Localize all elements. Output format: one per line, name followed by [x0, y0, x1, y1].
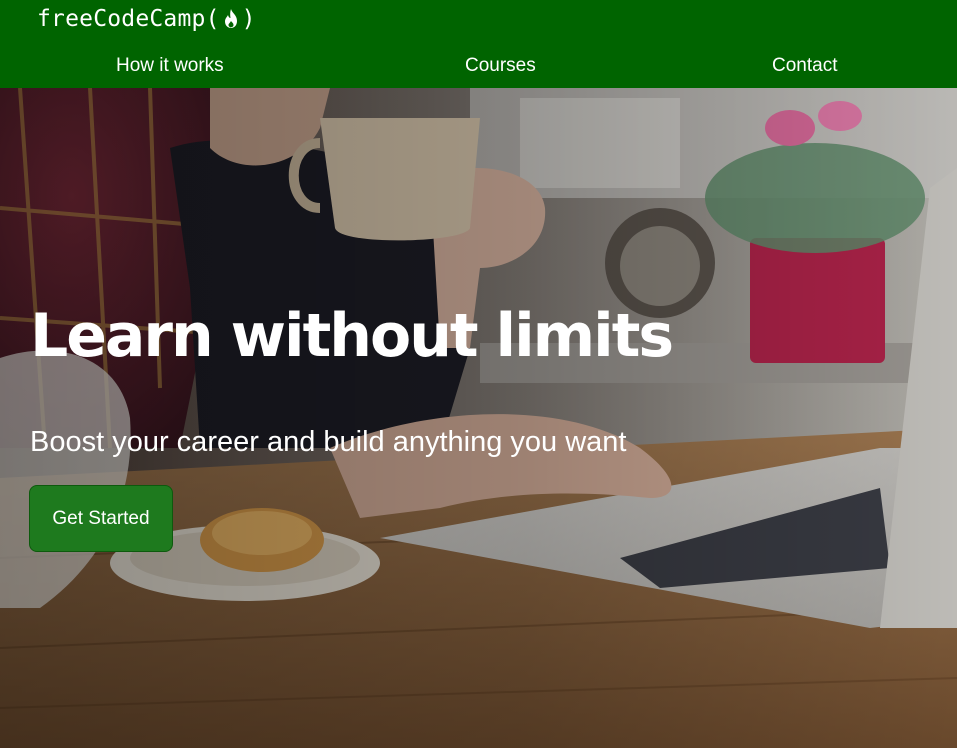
nav-link-how-it-works[interactable]: How it works [116, 50, 224, 82]
site-header: freeCodeCamp ( ) How it works Courses Co… [0, 0, 957, 88]
nav-link-contact[interactable]: Contact [772, 50, 837, 82]
main-nav: How it works Courses Contact [0, 50, 957, 82]
hero-overlay [0, 88, 957, 748]
hero-section: Learn without limits Boost your career a… [0, 88, 957, 748]
logo-open-paren: ( [205, 6, 220, 32]
nav-link-courses[interactable]: Courses [465, 50, 536, 82]
hero-subtitle: Boost your career and build anything you… [30, 426, 627, 458]
logo-text: freeCodeCamp [37, 6, 206, 32]
flame-icon [224, 9, 237, 28]
hero-title: Learn without limits [30, 301, 674, 371]
get-started-button[interactable]: Get Started [29, 485, 173, 552]
freecodecamp-logo[interactable]: freeCodeCamp ( ) [37, 4, 256, 34]
logo-close-paren: ) [241, 6, 256, 32]
